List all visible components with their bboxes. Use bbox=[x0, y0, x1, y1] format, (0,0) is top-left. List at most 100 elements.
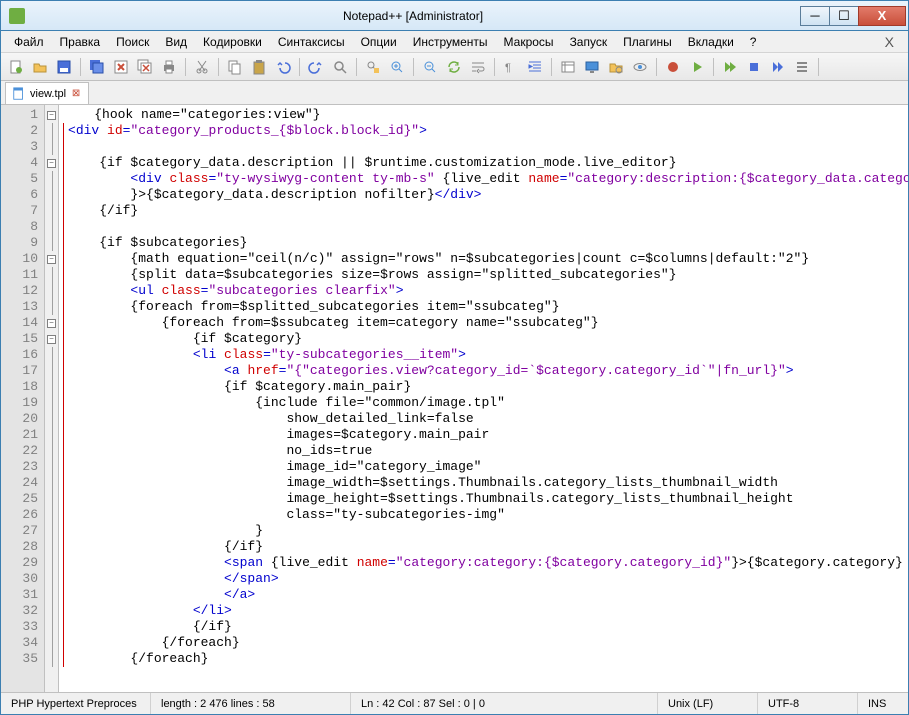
fold-toggle[interactable]: − bbox=[47, 319, 56, 328]
file-icon bbox=[12, 87, 26, 101]
fold-toggle[interactable]: − bbox=[47, 255, 56, 264]
find-button[interactable] bbox=[329, 56, 351, 78]
menu-плагины[interactable]: Плагины bbox=[616, 33, 679, 51]
code-area[interactable]: {hook name="categories:view"}<div id="ca… bbox=[59, 105, 908, 692]
code-line[interactable]: {hook name="categories:view"} bbox=[63, 107, 904, 123]
all-chars-button[interactable]: ¶ bbox=[500, 56, 522, 78]
zoom-in-button[interactable] bbox=[386, 56, 408, 78]
find-icon bbox=[332, 59, 348, 75]
menu-поиск[interactable]: Поиск bbox=[109, 33, 156, 51]
menu-запуск[interactable]: Запуск bbox=[563, 33, 615, 51]
code-line[interactable]: <span {live_edit name="category:category… bbox=[63, 555, 904, 571]
status-language: PHP Hypertext Preproces bbox=[1, 693, 151, 714]
menu-вид[interactable]: Вид bbox=[158, 33, 194, 51]
fwd-button[interactable] bbox=[767, 56, 789, 78]
code-line[interactable]: }>{$category_data.description nofilter}<… bbox=[63, 187, 904, 203]
close-all-button[interactable] bbox=[134, 56, 156, 78]
menu-?[interactable]: ? bbox=[743, 33, 764, 51]
folder-button[interactable] bbox=[605, 56, 627, 78]
fold-toggle[interactable]: − bbox=[47, 111, 56, 120]
monitor-button[interactable] bbox=[581, 56, 603, 78]
menu-инструменты[interactable]: Инструменты bbox=[406, 33, 495, 51]
code-line[interactable]: {split data=$subcategories size=$rows as… bbox=[63, 267, 904, 283]
statusbar: PHP Hypertext Preproces length : 2 476 l… bbox=[1, 692, 908, 714]
code-line[interactable]: {/foreach} bbox=[63, 635, 904, 651]
menu-правка[interactable]: Правка bbox=[53, 33, 108, 51]
menu-файл[interactable]: Файл bbox=[7, 33, 51, 51]
save-button[interactable] bbox=[53, 56, 75, 78]
list-button[interactable] bbox=[791, 56, 813, 78]
editor[interactable]: 1234567891011121314151617181920212223242… bbox=[1, 105, 908, 692]
code-line[interactable]: {if $category.main_pair} bbox=[63, 379, 904, 395]
tab-close-icon[interactable]: ⊠ bbox=[70, 88, 82, 100]
code-line[interactable]: {/foreach} bbox=[63, 651, 904, 667]
replace-button[interactable] bbox=[362, 56, 384, 78]
code-line[interactable]: {/if} bbox=[63, 203, 904, 219]
fold-column[interactable]: − − − − − bbox=[45, 105, 59, 692]
indent-button[interactable] bbox=[524, 56, 546, 78]
code-line[interactable]: class="ty-subcategories-img" bbox=[63, 507, 904, 523]
open-button[interactable] bbox=[29, 56, 51, 78]
eye-button[interactable] bbox=[629, 56, 651, 78]
code-line[interactable]: images=$category.main_pair bbox=[63, 427, 904, 443]
code-line[interactable]: show_detailed_link=false bbox=[63, 411, 904, 427]
print-button[interactable] bbox=[158, 56, 180, 78]
code-line[interactable]: {if $category} bbox=[63, 331, 904, 347]
record-button[interactable] bbox=[662, 56, 684, 78]
cut-button[interactable] bbox=[191, 56, 213, 78]
menu-макросы[interactable]: Макросы bbox=[497, 33, 561, 51]
code-line[interactable]: </a> bbox=[63, 587, 904, 603]
code-line[interactable]: <li class="ty-subcategories__item"> bbox=[63, 347, 904, 363]
copy-button[interactable] bbox=[224, 56, 246, 78]
fold-toggle[interactable]: − bbox=[47, 159, 56, 168]
menu-опции[interactable]: Опции bbox=[354, 33, 404, 51]
menu-кодировки[interactable]: Кодировки bbox=[196, 33, 269, 51]
save-all-button[interactable] bbox=[86, 56, 108, 78]
code-line[interactable]: <div class="ty-wysiwyg-content ty-mb-s" … bbox=[63, 171, 904, 187]
play-mult-button[interactable] bbox=[719, 56, 741, 78]
code-line[interactable]: {include file="common/image.tpl" bbox=[63, 395, 904, 411]
redo-button[interactable] bbox=[305, 56, 327, 78]
file-tab[interactable]: view.tpl ⊠ bbox=[5, 82, 89, 104]
code-line[interactable]: {foreach from=$ssubcateg item=category n… bbox=[63, 315, 904, 331]
code-line[interactable] bbox=[63, 219, 904, 235]
code-line[interactable]: image_width=$settings.Thumbnails.categor… bbox=[63, 475, 904, 491]
code-line[interactable]: {if $subcategories} bbox=[63, 235, 904, 251]
zoom-out-button[interactable] bbox=[419, 56, 441, 78]
play-button[interactable] bbox=[686, 56, 708, 78]
close-button[interactable] bbox=[110, 56, 132, 78]
fold-toggle[interactable]: − bbox=[47, 335, 56, 344]
titlebar[interactable]: Notepad++ [Administrator] ─ ☐ X bbox=[1, 1, 908, 31]
new-button[interactable] bbox=[5, 56, 27, 78]
maximize-button[interactable]: ☐ bbox=[829, 6, 859, 26]
close-icon bbox=[113, 59, 129, 75]
code-line[interactable]: image_id="category_image" bbox=[63, 459, 904, 475]
code-line[interactable]: </li> bbox=[63, 603, 904, 619]
code-line[interactable] bbox=[63, 139, 904, 155]
code-line[interactable]: {foreach from=$splitted_subcategories it… bbox=[63, 299, 904, 315]
menu-вкладки[interactable]: Вкладки bbox=[681, 33, 741, 51]
code-line[interactable]: <a href="{"categories.view?category_id=`… bbox=[63, 363, 904, 379]
code-line[interactable]: <div id="category_products_{$block.block… bbox=[63, 123, 904, 139]
minimize-button[interactable]: ─ bbox=[800, 6, 830, 26]
code-line[interactable]: {/if} bbox=[63, 619, 904, 635]
code-line[interactable]: image_height=$settings.Thumbnails.catego… bbox=[63, 491, 904, 507]
lang-button[interactable] bbox=[557, 56, 579, 78]
sync-button[interactable] bbox=[443, 56, 465, 78]
code-line[interactable]: } bbox=[63, 523, 904, 539]
stop-button[interactable] bbox=[743, 56, 765, 78]
tab-close-x[interactable]: X bbox=[877, 34, 902, 50]
paste-button[interactable] bbox=[248, 56, 270, 78]
undo-button[interactable] bbox=[272, 56, 294, 78]
code-line[interactable]: {math equation="ceil(n/c)" assign="rows"… bbox=[63, 251, 904, 267]
menu-синтаксисы[interactable]: Синтаксисы bbox=[271, 33, 352, 51]
wrap-button[interactable] bbox=[467, 56, 489, 78]
close-button[interactable]: X bbox=[858, 6, 906, 26]
code-line[interactable]: {if $category_data.description || $runti… bbox=[63, 155, 904, 171]
code-line[interactable]: <ul class="subcategories clearfix"> bbox=[63, 283, 904, 299]
code-line[interactable]: {/if} bbox=[63, 539, 904, 555]
print-icon bbox=[161, 59, 177, 75]
code-line[interactable]: </span> bbox=[63, 571, 904, 587]
code-line[interactable]: no_ids=true bbox=[63, 443, 904, 459]
window-controls: ─ ☐ X bbox=[801, 6, 906, 26]
